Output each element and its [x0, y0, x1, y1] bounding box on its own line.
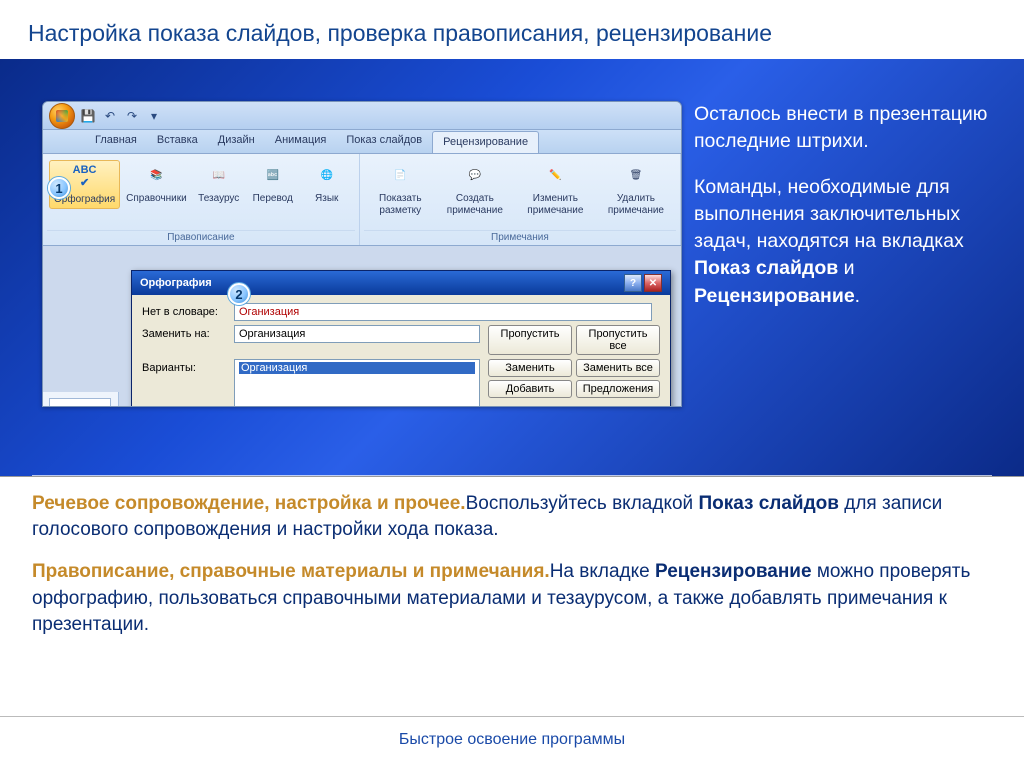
new-comment-button[interactable]: 💬 Создать примечание: [437, 160, 513, 218]
quick-access-toolbar: 💾 ↶ ↷ ▾: [43, 102, 681, 130]
tab-design[interactable]: Дизайн: [208, 130, 265, 153]
tabs-paragraph: Команды, необходимые для выполнения закл…: [694, 174, 992, 310]
slide-thumbnail[interactable]: [49, 398, 111, 407]
callout-1: 1: [48, 177, 70, 199]
replace-with-field[interactable]: Организация: [234, 325, 480, 343]
group-proofing: ABC✔ Орфография 📚 Справочники 📖 Тезаурус…: [43, 154, 360, 245]
heading-proofing: Правописание, справочные материалы и при…: [32, 561, 550, 582]
change-button[interactable]: Заменить: [488, 359, 572, 377]
globe-check-icon: 🌐: [313, 162, 341, 190]
dialog-titlebar: Орфография ? ✕: [132, 271, 670, 295]
heading-narration: Речевое сопровождение, настройка и проче…: [32, 493, 466, 514]
dialog-title-text: Орфография: [140, 277, 212, 289]
edit-comment-label: Изменить примечание: [519, 193, 592, 216]
text-fragment: Команды, необходимые для выполнения закл…: [694, 176, 964, 253]
qat-dropdown-icon[interactable]: ▾: [145, 107, 163, 125]
help-button[interactable]: ?: [624, 274, 642, 292]
delete-comment-icon: 🗑: [622, 162, 650, 190]
new-comment-label: Создать примечание: [441, 193, 509, 216]
language-label: Язык: [315, 193, 338, 205]
tab-home[interactable]: Главная: [85, 130, 147, 153]
text-fragment: Воспользуйтесь вкладкой: [466, 493, 699, 514]
divider: [32, 475, 992, 476]
variant-item[interactable]: Организация: [239, 362, 475, 374]
show-markup-label: Показать разметку: [370, 193, 431, 216]
body-text: Речевое сопровождение, настройка и проче…: [0, 477, 1024, 638]
books-icon: 📚: [142, 162, 170, 190]
thesaurus-label: Тезаурус: [198, 193, 239, 205]
close-button[interactable]: ✕: [644, 274, 662, 292]
variants-list[interactable]: Организация: [234, 359, 480, 407]
new-comment-icon: 💬: [461, 162, 489, 190]
show-markup-button[interactable]: 📄 Показать разметку: [366, 160, 435, 218]
office-button[interactable]: [49, 103, 75, 129]
book-open-icon: 📖: [205, 162, 233, 190]
tab-review[interactable]: Рецензирование: [432, 131, 539, 153]
delete-comment-button[interactable]: 🗑 Удалить примечание: [598, 160, 674, 218]
callout-2: 2: [228, 283, 250, 305]
undo-icon[interactable]: ↶: [101, 107, 119, 125]
bold-slideshow: Показ слайдов: [698, 493, 839, 514]
redo-icon[interactable]: ↷: [123, 107, 141, 125]
ribbon: ABC✔ Орфография 📚 Справочники 📖 Тезаурус…: [43, 154, 681, 246]
translate-button[interactable]: 🔤 Перевод: [247, 160, 299, 207]
research-button[interactable]: 📚 Справочники: [122, 160, 191, 207]
ribbon-tabs: Главная Вставка Дизайн Анимация Показ сл…: [43, 130, 681, 154]
group-proofing-label: Правописание: [47, 230, 355, 245]
skip-button[interactable]: Пропустить: [488, 325, 572, 355]
change-all-button[interactable]: Заменить все: [576, 359, 660, 377]
office-screenshot: 💾 ↶ ↷ ▾ Главная Вставка Дизайн Анимация …: [42, 101, 682, 407]
abc-check-icon: ABC✔: [71, 163, 99, 191]
suggestions-button[interactable]: Предложения: [576, 380, 660, 398]
intro-paragraph: Осталось внести в презентацию последние …: [694, 101, 992, 156]
translate-label: Перевод: [253, 193, 293, 205]
gradient-panel: 💾 ↶ ↷ ▾ Главная Вставка Дизайн Анимация …: [0, 59, 1024, 477]
right-text-block: Осталось внести в презентацию последние …: [694, 101, 992, 328]
footer: Быстрое освоение программы: [0, 716, 1024, 767]
group-comments: 📄 Показать разметку 💬 Создать примечание…: [360, 154, 681, 245]
tab-animation[interactable]: Анимация: [265, 130, 337, 153]
markup-icon: 📄: [386, 162, 414, 190]
edit-comment-button[interactable]: ✏️ Изменить примечание: [515, 160, 596, 218]
text-fragment: На вкладке: [550, 561, 655, 582]
slide-title: Настройка показа слайдов, проверка право…: [0, 0, 1024, 59]
bold-review: Рецензирование: [655, 561, 812, 582]
text-fragment: и: [838, 257, 854, 279]
replace-with-label: Заменить на:: [142, 325, 234, 340]
translate-icon: 🔤: [259, 162, 287, 190]
edit-comment-icon: ✏️: [541, 162, 569, 190]
skip-all-button[interactable]: Пропустить все: [576, 325, 660, 355]
bold-slideshow: Показ слайдов: [694, 257, 838, 279]
research-label: Справочники: [126, 193, 187, 205]
add-button[interactable]: Добавить: [488, 380, 572, 398]
group-comments-label: Примечания: [364, 230, 676, 245]
save-icon[interactable]: 💾: [79, 107, 97, 125]
not-in-dict-field[interactable]: Оганизация: [234, 303, 652, 321]
tab-insert[interactable]: Вставка: [147, 130, 208, 153]
variants-label: Варианты:: [142, 359, 234, 374]
bold-review: Рецензирование: [694, 285, 855, 307]
text-fragment: .: [855, 285, 860, 307]
spelling-dialog: Орфография ? ✕ Нет в словаре: Оганизация…: [131, 270, 671, 407]
slide-thumbnails-pane: [43, 392, 119, 406]
tab-slideshow[interactable]: Показ слайдов: [336, 130, 432, 153]
thesaurus-button[interactable]: 📖 Тезаурус: [193, 160, 245, 207]
not-in-dict-label: Нет в словаре:: [142, 303, 234, 318]
language-button[interactable]: 🌐 Язык: [301, 160, 353, 207]
delete-comment-label: Удалить примечание: [602, 193, 670, 216]
